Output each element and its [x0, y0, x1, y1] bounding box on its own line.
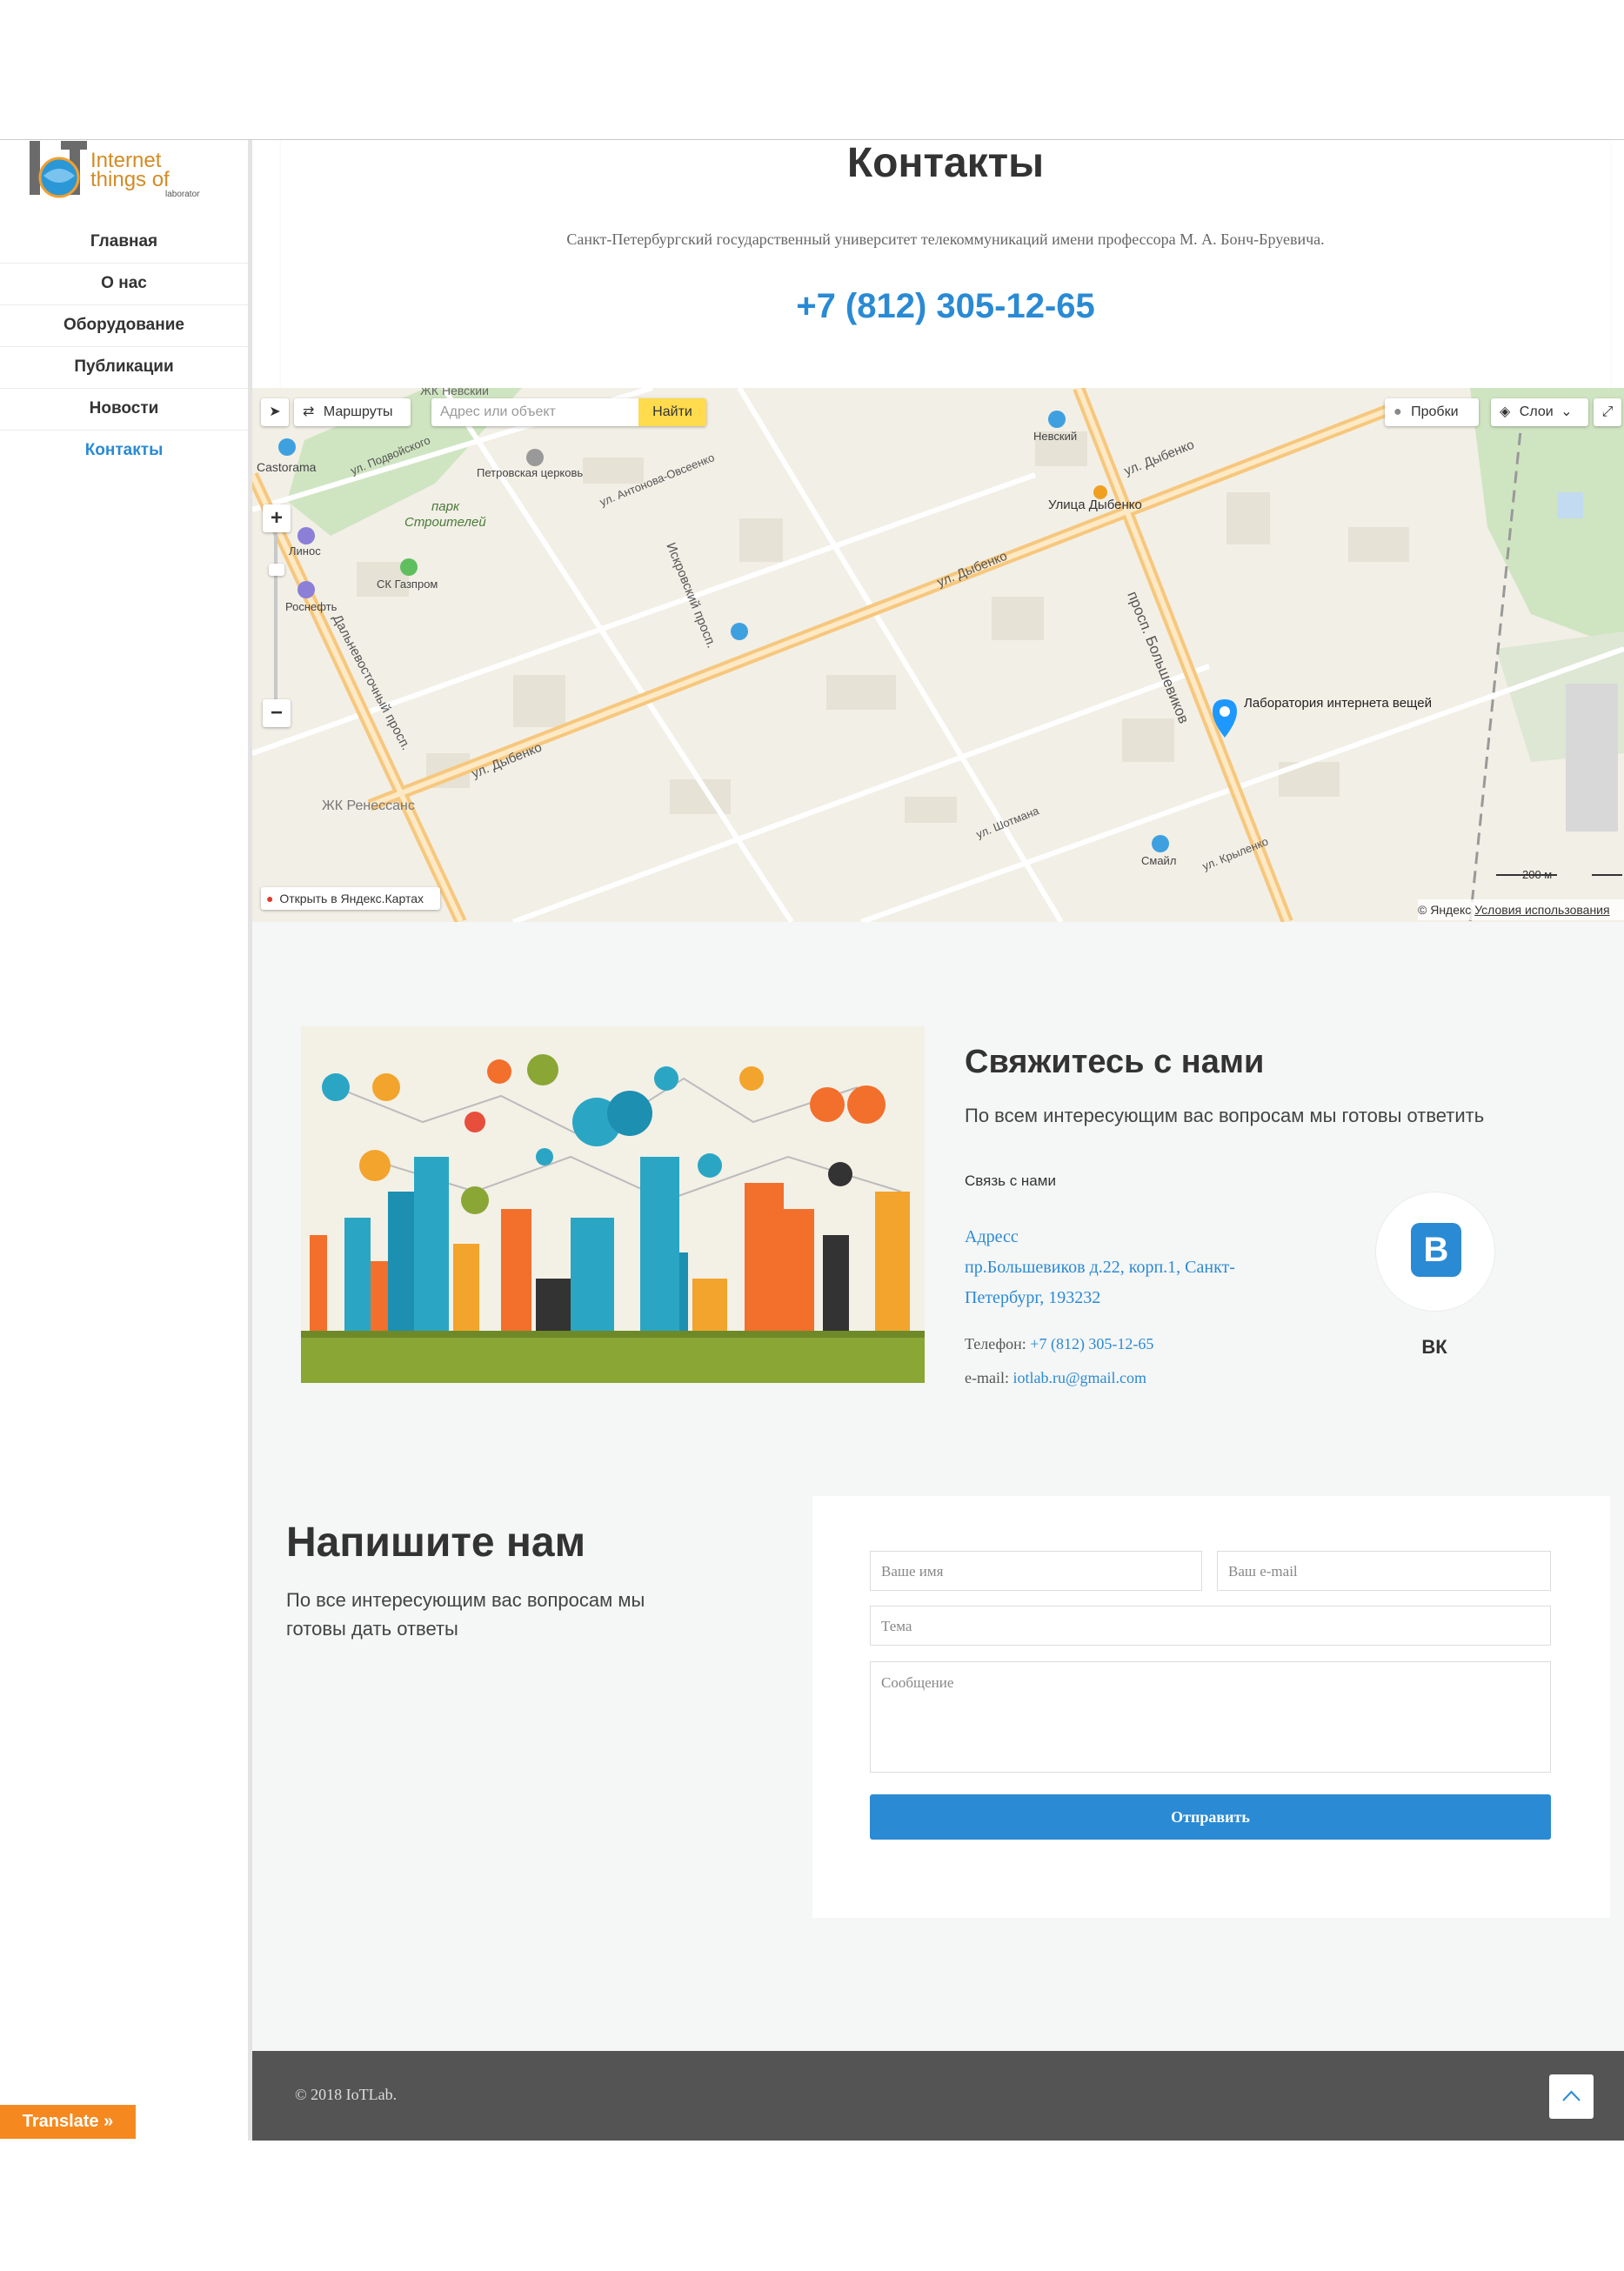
page-title: Контакты: [846, 140, 1045, 186]
email-link[interactable]: iotlab.ru@gmail.com: [1012, 1369, 1146, 1386]
map-label: Смайл: [1141, 854, 1177, 867]
map-label: Петровская церковь: [477, 466, 584, 479]
traffic-button[interactable]: ● Пробки: [1385, 398, 1479, 426]
logo-graphic: Internet things of laboratory: [30, 141, 204, 199]
fullscreen-button[interactable]: ⤢: [1594, 398, 1621, 426]
pin-icon: ●: [266, 892, 274, 905]
layers-icon: ◈: [1500, 404, 1511, 419]
navigation-arrow-icon: ➤: [269, 404, 281, 419]
sidebar-item-home[interactable]: Главная: [0, 221, 248, 264]
vk-icon[interactable]: В: [1411, 1223, 1461, 1277]
map-attribution: © Яндекс Условия использования: [1418, 899, 1624, 920]
sidebar-item-about[interactable]: О нас: [0, 263, 248, 305]
footer: [252, 2051, 1624, 2141]
traffic-icon: ●: [1393, 404, 1402, 419]
yandex-map[interactable]: ЖК Невский Castorama Невский ул. Подвойс…: [252, 388, 1624, 922]
find-button[interactable]: Найти: [638, 398, 706, 426]
zoom-out-button[interactable]: −: [263, 699, 291, 727]
map-label: СК Газпром: [377, 578, 438, 591]
sidebar-item-news[interactable]: Новости: [0, 388, 248, 431]
traffic-label: Пробки: [1411, 404, 1459, 419]
map-label: ЖК Невский: [420, 388, 489, 397]
map-scale: 200 м: [1522, 868, 1553, 881]
smart-city-illustration: [301, 1026, 925, 1383]
submit-button[interactable]: Отправить: [870, 1794, 1551, 1840]
open-in-yandex-link[interactable]: ● Открыть в Яндекс.Картах: [261, 887, 440, 910]
map-label: Линос: [289, 544, 321, 558]
layers-label: Слои: [1519, 404, 1554, 419]
layers-button[interactable]: ◈ Слои ⌄: [1491, 398, 1588, 426]
routes-button[interactable]: ⇄ Маршруты: [294, 398, 411, 426]
map-label: Улица Дыбенко: [1048, 498, 1142, 512]
email-label: e-mail:: [965, 1369, 1009, 1386]
phone-link[interactable]: +7 (812) 305-12-65: [1030, 1335, 1153, 1353]
city-graphic: [301, 1026, 925, 1383]
subject-input[interactable]: Тема: [870, 1606, 1551, 1646]
phone-number[interactable]: +7 (812) 305-12-65: [281, 287, 1610, 326]
zoom-in-button[interactable]: +: [263, 504, 291, 532]
phone-label: Телефон:: [965, 1335, 1026, 1353]
phone-line: Телефон: +7 (812) 305-12-65: [965, 1335, 1153, 1353]
address-block[interactable]: Адресс пр.Большевиков д.22, корп.1, Санк…: [965, 1222, 1304, 1313]
email-line: e-mail: iotlab.ru@gmail.com: [965, 1369, 1146, 1387]
translate-button[interactable]: Translate »: [0, 2105, 136, 2139]
map-label: парк: [431, 499, 460, 514]
map-label: Castorama: [257, 460, 317, 474]
university-name: Санкт-Петербургский государственный унив…: [566, 230, 1325, 248]
map-search-input[interactable]: Адрес или объект: [440, 404, 556, 419]
message-textarea[interactable]: Сообщение: [870, 1661, 1551, 1773]
terms-link[interactable]: Условия использования: [1474, 903, 1609, 917]
vk-label[interactable]: ВК: [1375, 1336, 1494, 1359]
map-label: ЖК Ренессанс: [322, 798, 415, 813]
expand-icon: ⤢: [1601, 404, 1614, 419]
route-icon: ⇄: [303, 404, 315, 419]
sidebar-item-publications[interactable]: Публикации: [0, 346, 248, 389]
map-copyright: © Яндекс: [1418, 903, 1472, 917]
name-input[interactable]: Ваше имя: [870, 1551, 1202, 1591]
geolocation-button[interactable]: ➤: [261, 398, 289, 426]
address-label: Адресс: [965, 1227, 1019, 1246]
write-heading: Напишите нам: [286, 1520, 586, 1566]
map-marker-label[interactable]: Лаборатория интернета вещей: [1244, 696, 1432, 711]
contact-subtitle: По всем интересующим вас вопросам мы гот…: [965, 1105, 1485, 1126]
routes-label: Маршруты: [323, 404, 393, 419]
map-label: Невский: [1033, 430, 1078, 443]
footer-copyright: © 2018 IoTLab.: [295, 2086, 398, 2103]
map-canvas[interactable]: [252, 388, 1624, 922]
address-text: пр.Большевиков д.22, корп.1, Санкт-Петер…: [965, 1258, 1235, 1307]
open-in-yandex-label: Открыть в Яндекс.Картах: [279, 892, 424, 905]
chevron-up-icon: [1562, 2090, 1581, 2101]
write-subtitle: По все интересующим вас вопросам мы гото…: [286, 1589, 645, 1640]
scroll-top-button[interactable]: [1549, 2074, 1594, 2119]
site-logo[interactable]: Internet things of laboratory: [26, 141, 204, 207]
email-input[interactable]: Ваш e-mail: [1217, 1551, 1551, 1591]
sidebar-item-contacts[interactable]: Контакты: [0, 430, 248, 471]
svg-text:things of: things of: [90, 168, 170, 191]
contact-link-label: Связь с нами: [965, 1172, 1056, 1189]
chevron-down-icon: ⌄: [1561, 404, 1573, 419]
zoom-slider-handle[interactable]: [269, 564, 284, 576]
minus-icon: −: [270, 701, 283, 725]
svg-text:laboratory: laboratory: [165, 190, 200, 199]
map-search-box: Адрес или объект Найти: [431, 398, 706, 426]
map-label: Строителей: [404, 515, 486, 530]
contact-heading: Свяжитесь с нами: [965, 1044, 1265, 1080]
sidebar-item-equipment[interactable]: Оборудование: [0, 304, 248, 347]
plus-icon: +: [270, 506, 283, 530]
map-label: Роснефть: [285, 600, 337, 613]
